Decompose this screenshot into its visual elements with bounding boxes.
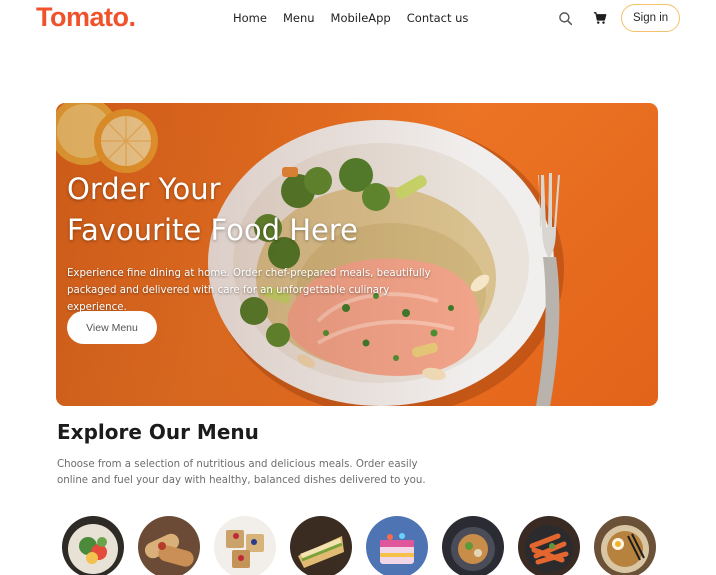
category-deserts-image[interactable] — [214, 516, 276, 575]
sign-in-button[interactable]: Sign in — [621, 4, 681, 32]
brand-logo[interactable]: Tomato. — [36, 2, 136, 33]
navbar: Tomato. Home Menu MobileApp Contact us S… — [0, 0, 716, 38]
category-pure-veg-image[interactable] — [442, 516, 504, 575]
hero-title-line-2: Favourite Food Here — [67, 213, 359, 247]
category-cake-image[interactable] — [366, 516, 428, 575]
nav-actions: Sign in — [556, 4, 681, 32]
category-salad-image[interactable] — [62, 516, 124, 575]
nav-link-contact-us[interactable]: Contact us — [407, 11, 469, 25]
explore-menu-description: Choose from a selection of nutritious an… — [57, 459, 426, 486]
cart-icon[interactable] — [591, 9, 609, 27]
nav-link-home[interactable]: Home — [233, 11, 267, 25]
category-pasta-image[interactable] — [518, 516, 580, 575]
hero-title: Order Your Favourite Food Here — [67, 169, 407, 251]
nav-link-mobile-app[interactable]: MobileApp — [331, 11, 391, 25]
hero-shade — [56, 103, 658, 406]
explore-menu-title: Explore Our Menu — [57, 420, 259, 444]
menu-category-list — [62, 516, 662, 575]
hero-banner: Order Your Favourite Food Here Experienc… — [56, 103, 658, 406]
category-noodles-image[interactable] — [594, 516, 656, 575]
nav-link-menu[interactable]: Menu — [283, 11, 315, 25]
hero-description: Experience fine dining at home. Order ch… — [67, 268, 431, 313]
category-sandwich-image[interactable] — [290, 516, 352, 575]
nav-menu: Home Menu MobileApp Contact us — [233, 11, 468, 25]
category-rolls-image[interactable] — [138, 516, 200, 575]
search-icon[interactable] — [556, 10, 574, 28]
view-menu-button[interactable]: View Menu — [67, 311, 157, 344]
hero-title-line-1: Order Your — [67, 172, 221, 206]
